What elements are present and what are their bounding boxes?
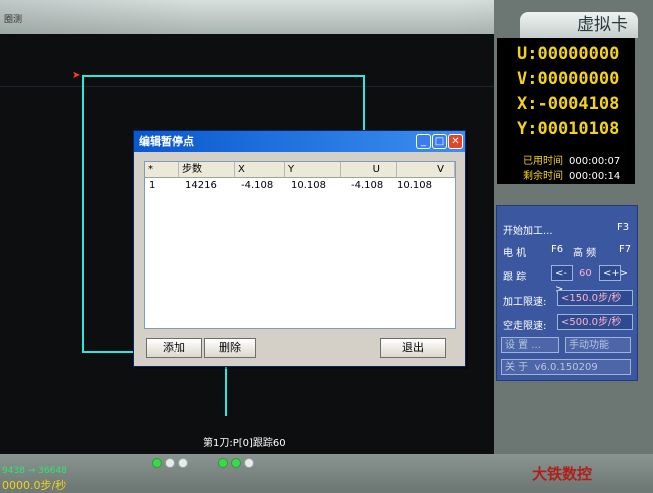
settings-button[interactable]: 设 置 ...: [501, 337, 559, 353]
col-header-u: U: [341, 162, 397, 178]
indicator-group-1: [152, 458, 188, 468]
row-v: 10.108: [397, 180, 432, 191]
path-left-segment: [82, 75, 84, 353]
indicator-light: [244, 458, 254, 468]
start-machining-button[interactable]: 开始加工...: [503, 222, 553, 237]
remain-time: 剩余时间 000:00:14: [523, 167, 620, 182]
path-lead-segment: [225, 366, 227, 416]
coord-x: X:-0004108: [517, 94, 620, 114]
idle-speed-field[interactable]: <500.0步/秒: [557, 314, 633, 330]
row-index: 1: [149, 180, 156, 191]
track-value: 60: [579, 268, 592, 279]
col-header-y: Y: [285, 162, 341, 178]
top-bar-fragment: 圈测: [4, 15, 23, 25]
maximize-icon[interactable]: □: [432, 134, 447, 149]
control-menu: 开始加工... F3 电 机 F6 高 频 F7 跟 踪 <-> 60 <+> …: [496, 205, 638, 381]
used-time: 已用时间 000:00:07: [523, 152, 620, 167]
indicator-light: [165, 458, 175, 468]
coord-v: V:00000000: [517, 69, 620, 89]
col-header-x: X: [235, 162, 285, 178]
time-display: 已用时间 000:00:07 剩余时间 000:00:14: [497, 146, 635, 184]
indicator-light: [218, 458, 228, 468]
work-speed-label: 加工限速:: [503, 297, 547, 308]
mouse-cursor-icon: ↖: [172, 346, 181, 357]
coordinate-display: U:00000000 V:00000000 X:-0004108 Y:00010…: [497, 38, 635, 146]
manual-function-button[interactable]: 手动功能: [565, 337, 631, 353]
step-counter: 9438 → 36648: [2, 466, 67, 476]
speed-readout: 0000.0步/秒: [2, 479, 67, 492]
row-steps: 14216: [185, 180, 217, 191]
track-decrease-button[interactable]: <->: [551, 265, 573, 295]
about-button[interactable]: 关 于 v6.0.150209: [501, 359, 631, 375]
col-header-v: V: [397, 162, 455, 178]
idle-speed-label: 空走限速:: [503, 321, 547, 332]
about-label: 关 于: [505, 362, 529, 373]
col-header-index: *: [145, 162, 179, 178]
brand-label: 大铁数控: [532, 465, 593, 483]
canvas-divider: [0, 86, 494, 87]
motor-button[interactable]: 电 机: [503, 244, 526, 259]
indicator-light: [178, 458, 188, 468]
start-point-marker: ➤: [72, 70, 81, 81]
card-title: 虚拟卡: [520, 12, 638, 38]
indicator-group-2: [218, 458, 254, 468]
cut-status-line: 第1刀:P[0]跟踪60: [203, 438, 286, 449]
used-time-label: 已用时间: [523, 156, 563, 167]
motor-key: F6: [551, 244, 564, 255]
indicator-light: [231, 458, 241, 468]
pause-point-dialog: 编辑暂停点 _ □ ✕ * 步数 X Y U V 1 14216 -4.108 …: [133, 130, 466, 367]
row-y: 10.108: [291, 180, 326, 191]
exit-button[interactable]: 退出: [380, 338, 446, 358]
path-top-segment: [82, 75, 365, 77]
row-x: -4.108: [241, 180, 274, 191]
about-version: v6.0.150209: [534, 362, 598, 373]
row-u: -4.108: [351, 180, 384, 191]
work-speed-field[interactable]: <150.0步/秒: [557, 290, 633, 306]
high-frequency-button[interactable]: 高 频: [573, 244, 596, 259]
close-icon[interactable]: ✕: [448, 134, 463, 149]
pause-point-table[interactable]: * 步数 X Y U V 1 14216 -4.108 10.108 -4.10…: [144, 161, 456, 329]
track-increase-button[interactable]: <+>: [599, 265, 628, 281]
high-frequency-key: F7: [619, 244, 632, 255]
path-bottom-segment: [82, 351, 138, 353]
minimize-icon[interactable]: _: [416, 134, 431, 149]
col-header-steps: 步数: [179, 162, 235, 178]
coord-y: Y:00010108: [517, 119, 620, 139]
remain-time-value: 000:00:14: [569, 171, 621, 182]
delete-button[interactable]: 删除: [204, 338, 256, 358]
indicator-light: [152, 458, 162, 468]
used-time-value: 000:00:07: [569, 156, 621, 167]
coord-u: U:00000000: [517, 44, 620, 64]
track-label: 跟 踪: [503, 272, 527, 283]
start-machining-key: F3: [617, 222, 630, 233]
remain-time-label: 剩余时间: [523, 171, 563, 182]
